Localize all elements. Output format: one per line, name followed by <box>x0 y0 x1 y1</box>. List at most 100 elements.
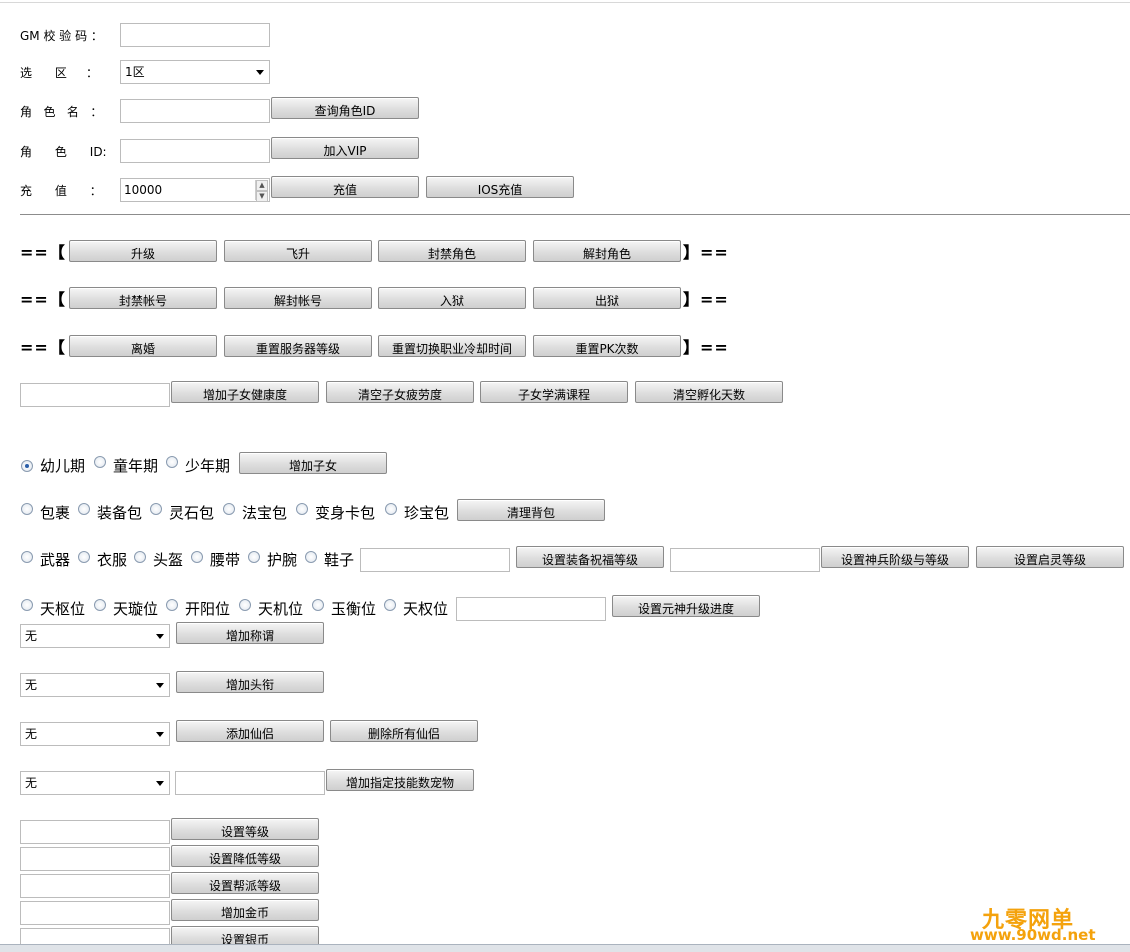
set-yuanshen-progress-button[interactable]: 设置元神升级进度 <box>612 595 760 617</box>
add-gold-button[interactable]: 增加金币 <box>171 899 319 921</box>
title-select[interactable]: 无 <box>20 624 170 648</box>
radio-slot-belt[interactable] <box>191 551 203 563</box>
unban-account-button[interactable]: 解封帐号 <box>224 287 372 309</box>
chevron-down-icon[interactable]: ▼ <box>256 191 268 202</box>
zone-label: 选 区 ： <box>20 66 98 80</box>
radio-slot-clothes[interactable] <box>78 551 90 563</box>
weapon-stage-input[interactable] <box>670 548 820 572</box>
divorce-button[interactable]: 离婚 <box>69 335 217 357</box>
guild-level-input[interactable] <box>20 874 170 898</box>
child-full-courses-button[interactable]: 子女学满课程 <box>480 381 628 403</box>
radio-slot-bracer-label: 护腕 <box>267 551 298 569</box>
watermark-url: www.90wd.net <box>970 926 1096 944</box>
radio-bag-main[interactable] <box>21 503 33 515</box>
add-child-health-button[interactable]: 增加子女健康度 <box>171 381 319 403</box>
set-equip-bless-button[interactable]: 设置装备祝福等级 <box>516 546 664 568</box>
reset-class-cooldown-button[interactable]: 重置切换职业冷却时间 <box>378 335 526 357</box>
query-role-id-button[interactable]: 查询角色ID <box>271 97 419 119</box>
radio-bag-treasure-label: 法宝包 <box>242 504 288 522</box>
recharge-amount-stepper[interactable]: 10000 ▲ ▼ <box>120 178 270 202</box>
radio-slot-shoes-label: 鞋子 <box>324 551 355 569</box>
section-divider <box>20 214 1130 215</box>
ban-role-button[interactable]: 封禁角色 <box>378 240 526 262</box>
ascend-button[interactable]: 飞升 <box>224 240 372 262</box>
radio-tianshu-label: 天枢位 <box>40 600 86 618</box>
radio-slot-shoes[interactable] <box>305 551 317 563</box>
release-jail-button[interactable]: 出狱 <box>533 287 681 309</box>
yuanshen-progress-input[interactable] <box>456 597 606 621</box>
gold-input[interactable] <box>20 901 170 925</box>
bracket-close: 】== <box>683 338 729 357</box>
partner-select[interactable]: 无 <box>20 722 170 746</box>
add-vip-button[interactable]: 加入VIP <box>271 137 419 159</box>
radio-tianshu[interactable] <box>21 599 33 611</box>
partner-select-value: 无 <box>25 727 38 741</box>
equip-bless-input[interactable] <box>360 548 510 572</box>
set-qiling-level-button[interactable]: 设置启灵等级 <box>976 546 1124 568</box>
role-name-input[interactable] <box>120 99 270 123</box>
pet-skill-count-input[interactable] <box>175 771 325 795</box>
zone-select-value: 1区 <box>125 65 145 79</box>
jail-button[interactable]: 入狱 <box>378 287 526 309</box>
add-rank-button[interactable]: 增加头衔 <box>176 671 324 693</box>
chevron-down-icon <box>156 683 164 688</box>
radio-tianxuan[interactable] <box>94 599 106 611</box>
radio-bag-treasure[interactable] <box>223 503 235 515</box>
radio-slot-helmet[interactable] <box>134 551 146 563</box>
add-partner-button[interactable]: 添加仙侣 <box>176 720 324 742</box>
chevron-up-icon[interactable]: ▲ <box>256 180 268 191</box>
radio-tianji[interactable] <box>239 599 251 611</box>
zone-select[interactable]: 1区 <box>120 60 270 84</box>
child-value-input[interactable] <box>20 383 170 407</box>
role-id-input[interactable] <box>120 139 270 163</box>
radio-youth[interactable] <box>166 456 178 468</box>
bracket-open: ==【 <box>20 338 66 357</box>
set-weapon-stage-button[interactable]: 设置神兵阶级与等级 <box>821 546 969 568</box>
gm-code-input[interactable] <box>120 23 270 47</box>
radio-tianquan[interactable] <box>384 599 396 611</box>
radio-bag-transform[interactable] <box>296 503 308 515</box>
radio-yuheng[interactable] <box>312 599 324 611</box>
radio-tianquan-label: 天权位 <box>403 600 449 618</box>
radio-infant[interactable] <box>21 460 33 472</box>
radio-bag-jewel-label: 珍宝包 <box>404 504 450 522</box>
unban-role-button[interactable]: 解封角色 <box>533 240 681 262</box>
ios-recharge-button[interactable]: IOS充值 <box>426 176 574 198</box>
radio-kaiyang[interactable] <box>166 599 178 611</box>
level-up-button[interactable]: 升级 <box>69 240 217 262</box>
radio-bag-transform-label: 变身卡包 <box>315 504 376 522</box>
radio-childhood-label: 童年期 <box>113 457 159 475</box>
reset-server-level-button[interactable]: 重置服务器等级 <box>224 335 372 357</box>
recharge-button[interactable]: 充值 <box>271 176 419 198</box>
radio-bag-jewel[interactable] <box>385 503 397 515</box>
ban-account-button[interactable]: 封禁帐号 <box>69 287 217 309</box>
lower-level-input[interactable] <box>20 847 170 871</box>
radio-childhood[interactable] <box>94 456 106 468</box>
delete-all-partners-button[interactable]: 删除所有仙侣 <box>330 720 478 742</box>
clear-bag-button[interactable]: 清理背包 <box>457 499 605 521</box>
stepper-arrows[interactable]: ▲ ▼ <box>255 180 268 202</box>
pet-select[interactable]: 无 <box>20 771 170 795</box>
rank-select[interactable]: 无 <box>20 673 170 697</box>
radio-slot-weapon[interactable] <box>21 551 33 563</box>
radio-slot-bracer[interactable] <box>248 551 260 563</box>
set-level-button[interactable]: 设置等级 <box>171 818 319 840</box>
bracket-close: 】== <box>683 290 729 309</box>
clear-child-fatigue-button[interactable]: 清空子女疲劳度 <box>326 381 474 403</box>
set-guild-level-button[interactable]: 设置帮派等级 <box>171 872 319 894</box>
set-lower-level-button[interactable]: 设置降低等级 <box>171 845 319 867</box>
add-child-button[interactable]: 增加子女 <box>239 452 387 474</box>
bracket-open: ==【 <box>20 290 66 309</box>
bracket-close: 】== <box>683 243 729 262</box>
chevron-down-icon <box>156 732 164 737</box>
reset-pk-count-button[interactable]: 重置PK次数 <box>533 335 681 357</box>
radio-kaiyang-label: 开阳位 <box>185 600 231 618</box>
radio-tianji-label: 天机位 <box>258 600 304 618</box>
radio-bag-equip[interactable] <box>78 503 90 515</box>
level-input[interactable] <box>20 820 170 844</box>
add-title-button[interactable]: 增加称谓 <box>176 622 324 644</box>
add-skill-pet-button[interactable]: 增加指定技能数宠物 <box>326 769 474 791</box>
radio-bag-spirit-stone[interactable] <box>150 503 162 515</box>
radio-slot-clothes-label: 衣服 <box>97 551 128 569</box>
clear-hatch-days-button[interactable]: 清空孵化天数 <box>635 381 783 403</box>
